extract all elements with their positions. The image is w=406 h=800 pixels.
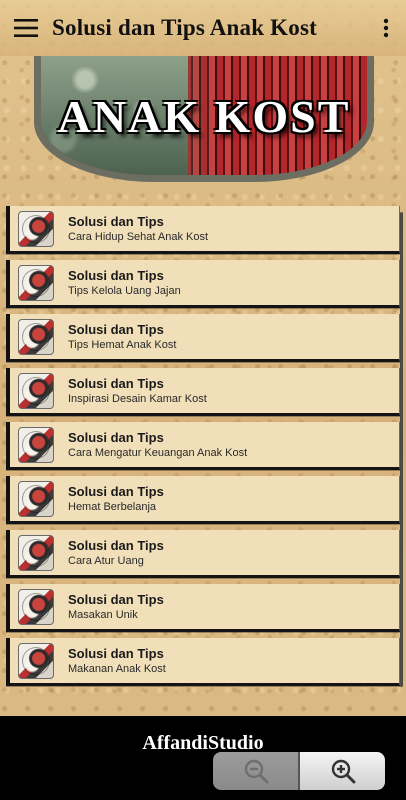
list-item[interactable]: Solusi dan Tips Cara Mengatur Keuangan A… xyxy=(6,422,400,470)
app-thumbnail-icon xyxy=(18,534,54,571)
zoom-in-button[interactable] xyxy=(300,752,385,790)
zoom-in-icon xyxy=(331,759,355,784)
list-item-subtitle: Tips Kelola Uang Jajan xyxy=(68,284,181,297)
banner-image: ANAK KOST xyxy=(41,56,367,175)
list-item-subtitle: Cara Mengatur Keuangan Anak Kost xyxy=(68,446,248,459)
list-item[interactable]: Solusi dan Tips Inspirasi Desain Kamar K… xyxy=(6,368,400,416)
page-title: Solusi dan Tips Anak Kost xyxy=(52,15,317,40)
list-item-title: Solusi dan Tips xyxy=(68,591,164,607)
list-item-title: Solusi dan Tips xyxy=(68,483,164,499)
app-thumbnail-icon xyxy=(18,480,54,517)
hamburger-menu-icon xyxy=(14,19,38,37)
app-thumbnail-icon xyxy=(18,264,54,301)
list-item-subtitle: Cara Atur Uang xyxy=(68,554,144,567)
list-item-subtitle: Masakan Unik xyxy=(68,608,138,621)
menu-button[interactable] xyxy=(0,0,52,56)
app-thumbnail-icon xyxy=(18,372,54,409)
header-banner: ANAK KOST xyxy=(34,56,374,182)
list-item[interactable]: Solusi dan Tips Hemat Berbelanja xyxy=(6,476,400,524)
zoom-out-button[interactable] xyxy=(213,752,298,790)
app-thumbnail-icon xyxy=(18,426,54,463)
list-item-title: Solusi dan Tips xyxy=(68,429,164,445)
app-thumbnail-icon xyxy=(18,318,54,355)
list-item[interactable]: Solusi dan Tips Masakan Unik xyxy=(6,584,400,632)
list-item-title: Solusi dan Tips xyxy=(68,267,164,283)
list-item-title: Solusi dan Tips xyxy=(68,321,164,337)
list-item-subtitle: Hemat Berbelanja xyxy=(68,500,157,513)
list-item-subtitle: Tips Hemat Anak Kost xyxy=(68,338,177,351)
app-thumbnail-icon xyxy=(18,588,54,625)
list-item-title: Solusi dan Tips xyxy=(68,213,164,229)
overflow-menu-button[interactable] xyxy=(366,0,406,56)
list-item[interactable]: Solusi dan Tips Tips Kelola Uang Jajan xyxy=(6,260,400,308)
list-item-title: Solusi dan Tips xyxy=(68,645,164,661)
list-item-subtitle: Cara Hidup Sehat Anak Kost xyxy=(68,230,209,243)
app-thumbnail-icon xyxy=(18,642,54,679)
list-item[interactable]: Solusi dan Tips Tips Hemat Anak Kost xyxy=(6,314,400,362)
list-item[interactable]: Solusi dan Tips Cara Hidup Sehat Anak Ko… xyxy=(6,206,400,254)
list-scrollbar[interactable] xyxy=(400,212,403,687)
zoom-out-icon xyxy=(244,759,268,784)
list-item-title: Solusi dan Tips xyxy=(68,375,164,391)
zoom-controls xyxy=(213,752,385,790)
list-item-title: Solusi dan Tips xyxy=(68,537,164,553)
banner-title: ANAK KOST xyxy=(57,91,351,142)
list-item-subtitle: Inspirasi Desain Kamar Kost xyxy=(68,392,207,405)
app-thumbnail-icon xyxy=(18,210,54,247)
more-vert-icon xyxy=(383,18,389,38)
app-bar: Solusi dan Tips Anak Kost xyxy=(0,0,406,56)
list-item-subtitle: Makanan Anak Kost xyxy=(68,662,166,675)
list-item[interactable]: Solusi dan Tips Cara Atur Uang xyxy=(6,530,400,578)
list-item[interactable]: Solusi dan Tips Makanan Anak Kost xyxy=(6,638,400,686)
